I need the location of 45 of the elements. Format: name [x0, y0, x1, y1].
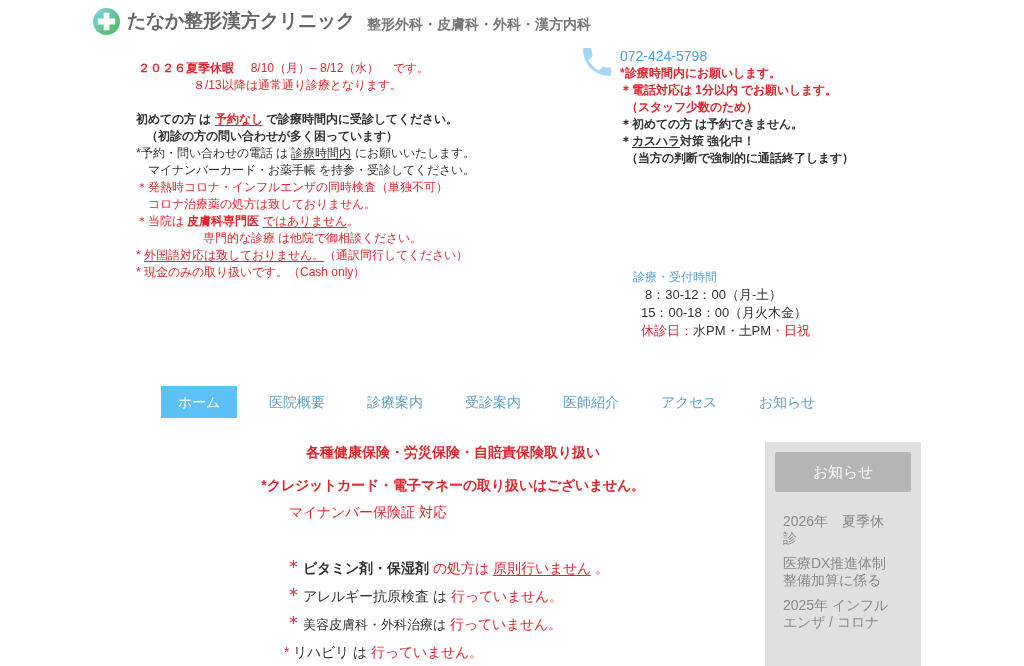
restriction-text: ＊美容皮膚科・外科治療は 行っていません。 — [284, 613, 562, 635]
holiday-notice: ８/13以降は通常通り診療となります。 — [193, 77, 402, 94]
notice-text: *予約・問い合わせの電話 は 診療時間内 にお願いいたします。 — [136, 145, 475, 162]
headline-text: マイナンバー保険証 対応 — [289, 503, 447, 522]
notice-text: マイナンバーカード・お薬手帳 を持参・受診してください。 — [148, 162, 476, 179]
nav-tab[interactable]: 医師紹介 — [553, 386, 629, 418]
phone-link[interactable]: 072-424-5798 — [620, 48, 708, 65]
nav-tab[interactable]: 受診案内 — [455, 386, 531, 418]
nav-tab[interactable]: アクセス — [651, 386, 727, 418]
contact-note: ＊カスハラ対策 強化中！ — [620, 133, 756, 150]
notice-text: ＊当院は 皮膚科専門医 ではありません。 — [136, 213, 359, 230]
clinic-name: たなか整形漢方クリニック — [127, 9, 355, 33]
news-heading: お知らせ — [775, 452, 911, 492]
hours-text: 休診日：水PM・土PM・日祝 — [641, 322, 810, 340]
restriction-text: ＊アレルギー抗原検査 は 行っていません。 — [284, 585, 563, 606]
notice-text: 専門的な診療 は他院で御相談ください。 — [203, 230, 423, 247]
notice-text: ＊発熱時コロナ・インフルエンザの同時検査（単独不可） — [136, 179, 448, 196]
news-link[interactable]: 医療DX推進体制整備加算に係る — [783, 555, 895, 589]
departments-text: 整形外科・皮膚科・外科・漢方内科 — [367, 15, 591, 33]
contact-note: （スタッフ少数のため） — [626, 99, 758, 116]
nav-tab[interactable]: 医院概要 — [259, 386, 335, 418]
contact-note: ＊電話対応は 1分以内 でお願いします。 — [620, 82, 838, 99]
hours-text: 15：00-18：00（月火木金） — [641, 304, 808, 322]
notice-text: 初めての方 は 予約なし で診療時間内に受診してください。 — [136, 111, 458, 128]
nav-tab[interactable]: 診療案内 — [357, 386, 433, 418]
headline-text: 各種健康保険・労災保険・自賠責保険取り扱い — [306, 443, 600, 462]
contact-note: （当方の判断で強制的に通話終了します） — [626, 150, 854, 167]
nav-tab[interactable]: ホーム — [161, 386, 237, 418]
restriction-text: ＊ビタミン剤・保湿剤 の処方は 原則行いません 。 — [284, 557, 609, 578]
hours-title: 診療・受付時間 — [633, 269, 717, 286]
notice-text: * 外国語対応は致しておりません。（通訳同行してください） — [136, 247, 468, 264]
news-link[interactable]: 2025年 インフルエンザ / コロナ — [783, 597, 895, 631]
holiday-notice: ２０２６夏季休暇 8/10（月）– 8/12（水） です。 — [138, 60, 429, 77]
contact-note: ＊初めての方 は予約できません。 — [620, 116, 804, 133]
contact-note: *診療時間内にお願いします。 — [620, 65, 781, 82]
notice-text: * 現金のみの取り扱いです。（Cash only） — [136, 264, 366, 281]
hours-text: 8：30-12：00（月-土） — [645, 286, 783, 304]
logo-icon — [93, 7, 120, 35]
nav-tab[interactable]: お知らせ — [749, 386, 825, 418]
restriction-text: * リハビリ は 行っていません。 — [284, 643, 484, 662]
notice-text: （初診の方の問い合わせが多く困っています） — [146, 128, 398, 145]
headline-text: *クレジットカード・電子マネーの取り扱いはございません。 — [261, 476, 645, 495]
phone-icon — [583, 48, 611, 76]
news-link[interactable]: 2026年 夏季休診 — [783, 513, 895, 547]
notice-text: コロナ治療薬の処方は致しておりません。 — [148, 196, 376, 213]
